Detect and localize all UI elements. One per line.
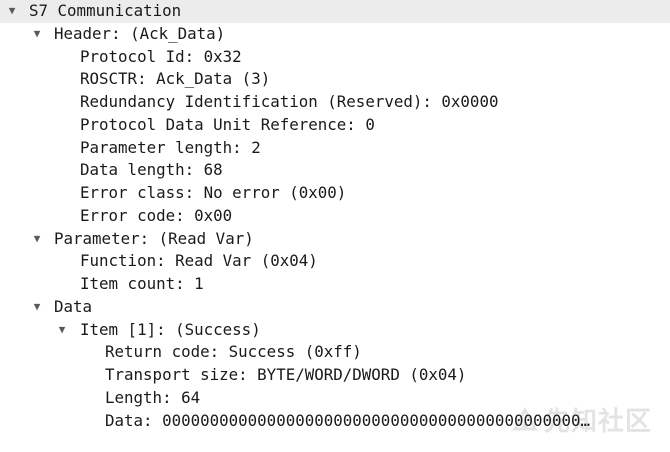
expand-triangle-icon[interactable]: ▼ [29, 228, 45, 251]
tree-row-transport-size[interactable]: Transport size: BYTE/WORD/DWORD (0x04) [0, 364, 670, 387]
field-item-count: Item count: 1 [80, 274, 204, 293]
field-return-code: Return code: Success (0xff) [105, 342, 362, 362]
tree-row-error-code[interactable]: Error code: 0x00 [0, 205, 670, 228]
tree-row-data[interactable]: ▼ Data [0, 296, 670, 319]
tree-row-protocol-id[interactable]: Protocol Id: 0x32 [0, 46, 670, 69]
field-redundancy-identification: Redundancy Identification (Reserved): 0x… [80, 92, 499, 111]
field-transport-size: Transport size: BYTE/WORD/DWORD (0x04) [105, 365, 467, 384]
field-error-code: Error code: 0x00 [80, 205, 233, 225]
tree-row-length[interactable]: Length: 64 [0, 387, 670, 410]
field-data-bytes: Data: 0000000000000000000000000000000000… [105, 410, 595, 430]
tree-row-data-length[interactable]: Data length: 68 [0, 159, 670, 182]
tree-label-item-1: Item [1]: (Success) [80, 319, 261, 339]
packet-details-tree: ▼ S7 Communication ▼ Header: (Ack_Data) … [0, 0, 670, 432]
tree-label-parameter: Parameter: (Read Var) [54, 228, 254, 248]
tree-row-error-class[interactable]: Error class: No error (0x00) [0, 182, 670, 205]
expand-triangle-icon[interactable]: ▼ [54, 319, 70, 342]
tree-row-s7-communication[interactable]: ▼ S7 Communication [0, 0, 670, 23]
tree-row-item-1[interactable]: ▼ Item [1]: (Success) [0, 319, 670, 342]
expand-triangle-icon[interactable]: ▼ [29, 296, 45, 319]
tree-label-header: Header: (Ack_Data) [54, 23, 226, 43]
tree-row-return-code[interactable]: Return code: Success (0xff) [0, 341, 670, 364]
tree-label-s7-communication: S7 Communication [29, 1, 182, 20]
field-function: Function: Read Var (0x04) [80, 251, 318, 271]
tree-row-parameter[interactable]: ▼ Parameter: (Read Var) [0, 228, 670, 251]
field-parameter-length: Parameter length: 2 [80, 137, 261, 157]
tree-row-redundancy-identification[interactable]: Redundancy Identification (Reserved): 0x… [0, 91, 670, 114]
field-error-class: Error class: No error (0x00) [80, 183, 347, 202]
expand-triangle-icon[interactable]: ▼ [4, 0, 20, 23]
tree-row-rosctr[interactable]: ROSCTR: Ack_Data (3) [0, 68, 670, 91]
field-protocol-id: Protocol Id: 0x32 [80, 46, 242, 66]
field-data-length: Data length: 68 [80, 160, 223, 180]
tree-row-header[interactable]: ▼ Header: (Ack_Data) [0, 23, 670, 46]
tree-label-data: Data [54, 296, 93, 316]
tree-row-parameter-length[interactable]: Parameter length: 2 [0, 137, 670, 160]
tree-row-item-count[interactable]: Item count: 1 [0, 273, 670, 296]
field-length: Length: 64 [105, 387, 201, 407]
tree-row-function[interactable]: Function: Read Var (0x04) [0, 250, 670, 273]
tree-row-pdu-reference[interactable]: Protocol Data Unit Reference: 0 [0, 114, 670, 137]
field-rosctr: ROSCTR: Ack_Data (3) [80, 69, 271, 89]
expand-triangle-icon[interactable]: ▼ [29, 23, 45, 46]
tree-row-data-bytes[interactable]: Data: 0000000000000000000000000000000000… [0, 410, 670, 433]
field-pdu-reference: Protocol Data Unit Reference: 0 [80, 114, 375, 134]
